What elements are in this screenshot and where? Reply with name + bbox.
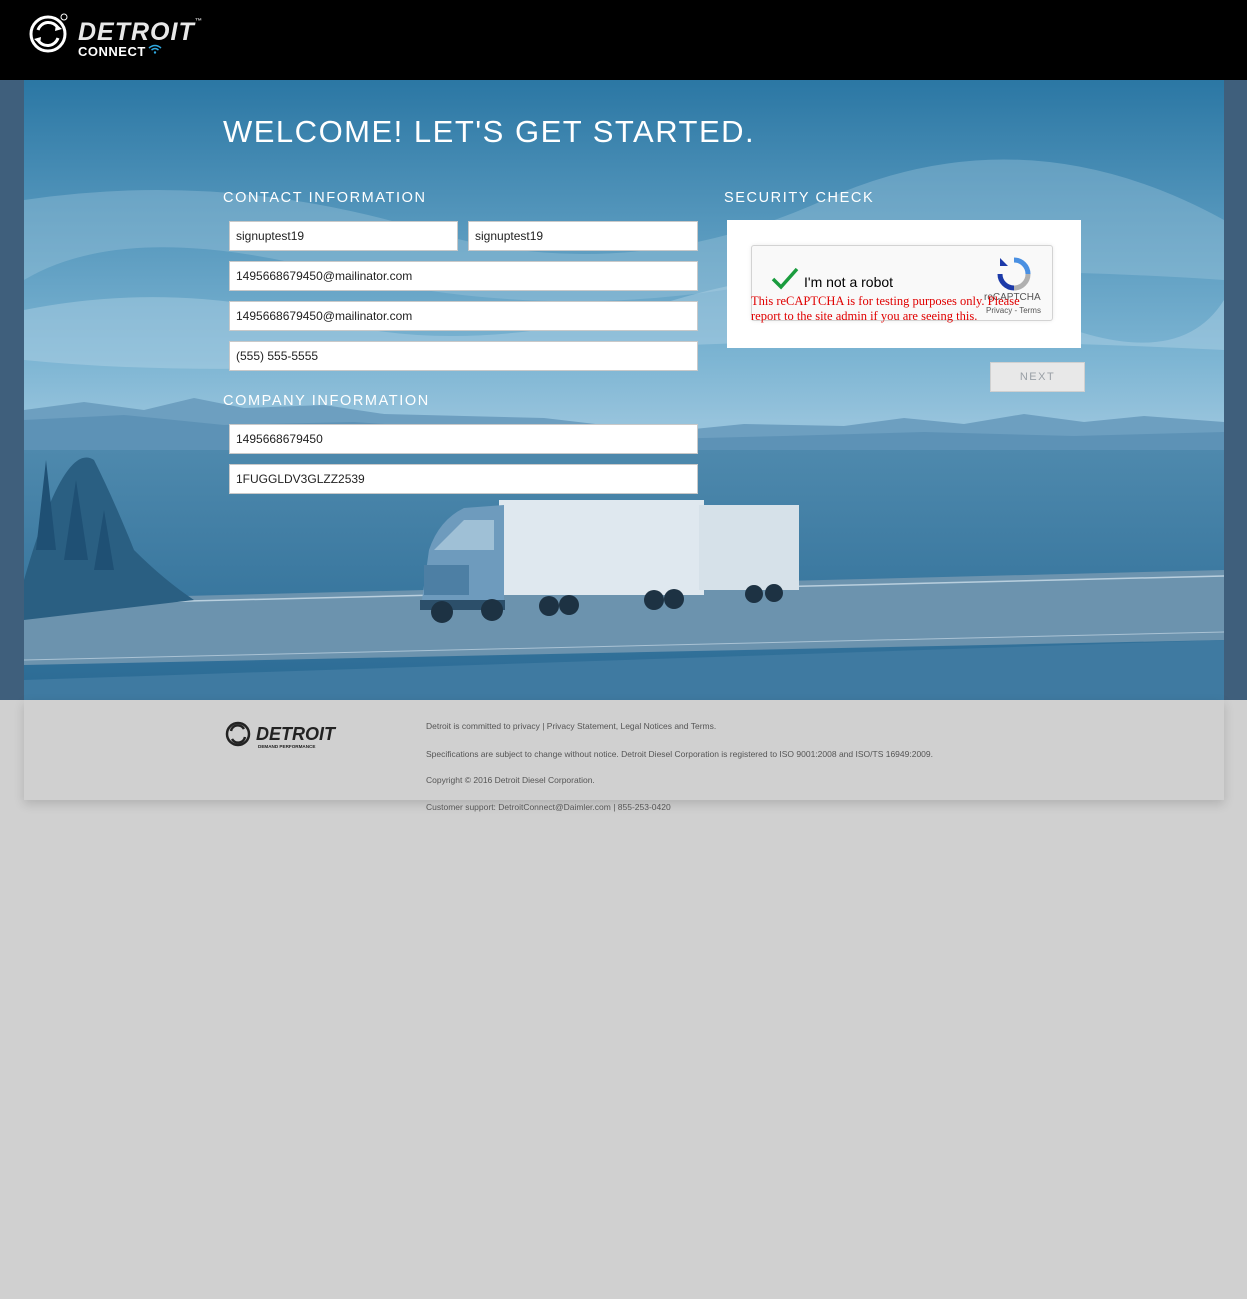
hero-side-right [1224,80,1247,700]
security-check-heading: SECURITY CHECK [724,190,875,206]
security-check-panel: I'm not a robot reCAPTCHA Privacy - Term… [727,220,1081,348]
contact-info-heading: CONTACT INFORMATION [223,190,427,206]
logo-wordmark: DETROIT™ [78,18,203,46]
company-info-heading: COMPANY INFORMATION [223,393,430,409]
footer-support[interactable]: Customer support: DetroitConnect@Daimler… [426,802,671,812]
svg-text:DEMAND PERFORMANCE: DEMAND PERFORMANCE [258,744,315,749]
email-field[interactable] [229,261,698,291]
recaptcha-test-warning: This reCAPTCHA is for testing purposes o… [751,294,1020,323]
phone-field[interactable] [229,341,698,371]
hero-section: WELCOME! LET'S GET STARTED. CONTACT INFO… [24,80,1224,700]
detroit-footer-logo[interactable]: DETROIT DEMAND PERFORMANCE [224,719,374,751]
checkmark-icon[interactable] [770,266,800,292]
last-name-field[interactable] [468,221,698,251]
recaptcha-logo-icon [997,257,1031,291]
footer-privacy-line[interactable]: Detroit is committed to privacy | Privac… [426,721,716,731]
first-name-field[interactable] [229,221,458,251]
detroit-connect-logo[interactable]: DETROIT™ CONNECT [28,12,228,59]
logo-connect-text: CONNECT [78,44,162,59]
svg-text:DETROIT: DETROIT [256,724,337,744]
wifi-icon [148,44,162,54]
next-button[interactable]: NEXT [990,362,1085,392]
hero-side-left [0,80,24,700]
footer-copyright: Copyright © 2016 Detroit Diesel Corporat… [426,775,595,785]
not-a-robot-label[interactable]: I'm not a robot [804,274,893,290]
vin-field[interactable] [229,464,698,494]
confirm-email-field[interactable] [229,301,698,331]
top-bar: DETROIT™ CONNECT [0,0,1247,80]
company-id-field[interactable] [229,424,698,454]
page-title: WELCOME! LET'S GET STARTED. [223,114,756,149]
detroit-logo-icon [29,13,68,53]
footer-specs-line: Specifications are subject to change wit… [426,749,933,759]
